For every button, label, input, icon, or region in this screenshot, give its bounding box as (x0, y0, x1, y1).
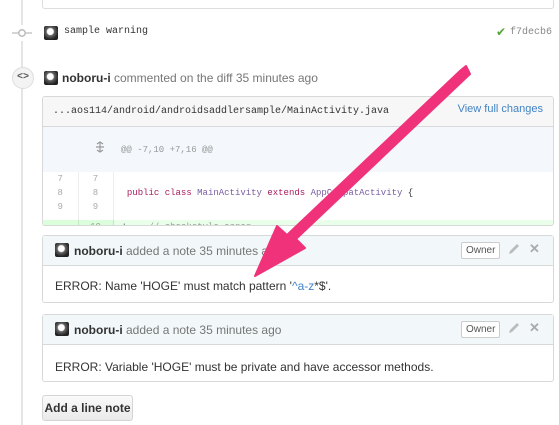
owner-badge: Owner (461, 242, 501, 259)
discussion-action: commented on the diff 35 minutes ago (114, 71, 318, 85)
close-icon[interactable]: ✕ (529, 241, 540, 257)
new-line-number[interactable]: 10 (78, 220, 114, 225)
add-line-note-button[interactable]: Add a line note (42, 395, 133, 421)
avatar[interactable] (55, 322, 69, 336)
view-full-changes-link[interactable]: View full changes (458, 103, 543, 115)
new-line-number[interactable]: 7 (78, 172, 114, 186)
note-author[interactable]: noboru-i (74, 244, 123, 258)
note-body-text-end: *$'. (314, 279, 332, 293)
hunk-header: @@ -7,10 +7,16 @@ (113, 127, 553, 172)
avatar[interactable] (55, 243, 69, 257)
keyword-public: public (126, 188, 160, 198)
note-author[interactable]: noboru-i (74, 323, 123, 337)
file-header: ...aos114/android/androidsaddlersample/M… (43, 97, 553, 127)
keyword-extends: extends (267, 188, 306, 198)
expand-icon[interactable] (43, 127, 113, 172)
commit-row: sample warning ✔ f7decb6 (0, 22, 559, 44)
note-action: added a note 35 minutes ago (126, 323, 282, 337)
file-path: ...aos114/android/androidsaddlersample/M… (53, 106, 390, 117)
old-line-number[interactable]: 9 (43, 200, 79, 214)
note-action: added a note 35 minutes ago (126, 244, 282, 258)
pencil-icon[interactable] (507, 242, 521, 256)
type-appcompatactivity: AppCompatActivity (310, 188, 403, 198)
note-header: noboru-i added a note 35 minutes ago Own… (43, 236, 553, 266)
line-note: noboru-i added a note 35 minutes ago Own… (42, 314, 554, 382)
note-body-text: ERROR: Name 'HOGE' must match pattern ' (55, 279, 292, 293)
type-mainactivity: MainActivity (197, 188, 262, 198)
diff-code (113, 172, 553, 186)
diff-code: + // checkstyle error (113, 220, 553, 225)
timeline-line (21, 0, 23, 425)
diff-file-box: ...aos114/android/androidsaddlersample/M… (42, 96, 554, 226)
note-header: noboru-i added a note 35 minutes ago Own… (43, 315, 553, 345)
discussion-author[interactable]: noboru-i (62, 71, 111, 85)
diff-table: @@ -7,10 +7,16 @@ 7 7 8 8 public class M… (43, 127, 553, 225)
diff-code (113, 200, 553, 214)
new-line-number[interactable]: 9 (78, 200, 114, 214)
hunk-row: @@ -7,10 +7,16 @@ (43, 127, 553, 172)
avatar[interactable] (44, 71, 58, 85)
code-icon: <> (12, 67, 34, 89)
avatar[interactable] (44, 26, 58, 40)
old-line-number[interactable]: 8 (43, 186, 79, 200)
commit-sha[interactable]: f7decb6 (510, 27, 552, 38)
old-line-number[interactable]: 7 (43, 172, 79, 186)
commit-message[interactable]: sample warning (64, 26, 148, 37)
old-line-number[interactable] (43, 220, 79, 225)
diff-code: public class MainActivity extends AppCom… (126, 188, 414, 198)
note-body: ERROR: Variable 'HOGE' must be private a… (55, 360, 434, 374)
close-icon[interactable]: ✕ (529, 320, 540, 336)
diff-row: 9 9 (43, 200, 553, 214)
keyword-class: class (164, 188, 192, 198)
diff-row-added: 10 + // checkstyle error (43, 220, 553, 225)
comment-text: // checkstyle error (149, 222, 252, 225)
new-line-number[interactable]: 8 (78, 186, 114, 200)
diff-row: 8 8 public class MainActivity extends Ap… (43, 186, 553, 200)
diff-row: 7 7 (43, 172, 553, 186)
commit-icon (12, 25, 32, 41)
note-body-highlight: ^a-z (291, 279, 315, 293)
pencil-icon[interactable] (507, 321, 521, 335)
note-body: ERROR: Name 'HOGE' must match pattern '^… (55, 279, 331, 293)
line-note: noboru-i added a note 35 minutes ago Own… (42, 235, 554, 303)
check-icon: ✔ (496, 25, 507, 39)
previous-comment-box (42, 0, 554, 9)
owner-badge: Owner (461, 321, 501, 338)
